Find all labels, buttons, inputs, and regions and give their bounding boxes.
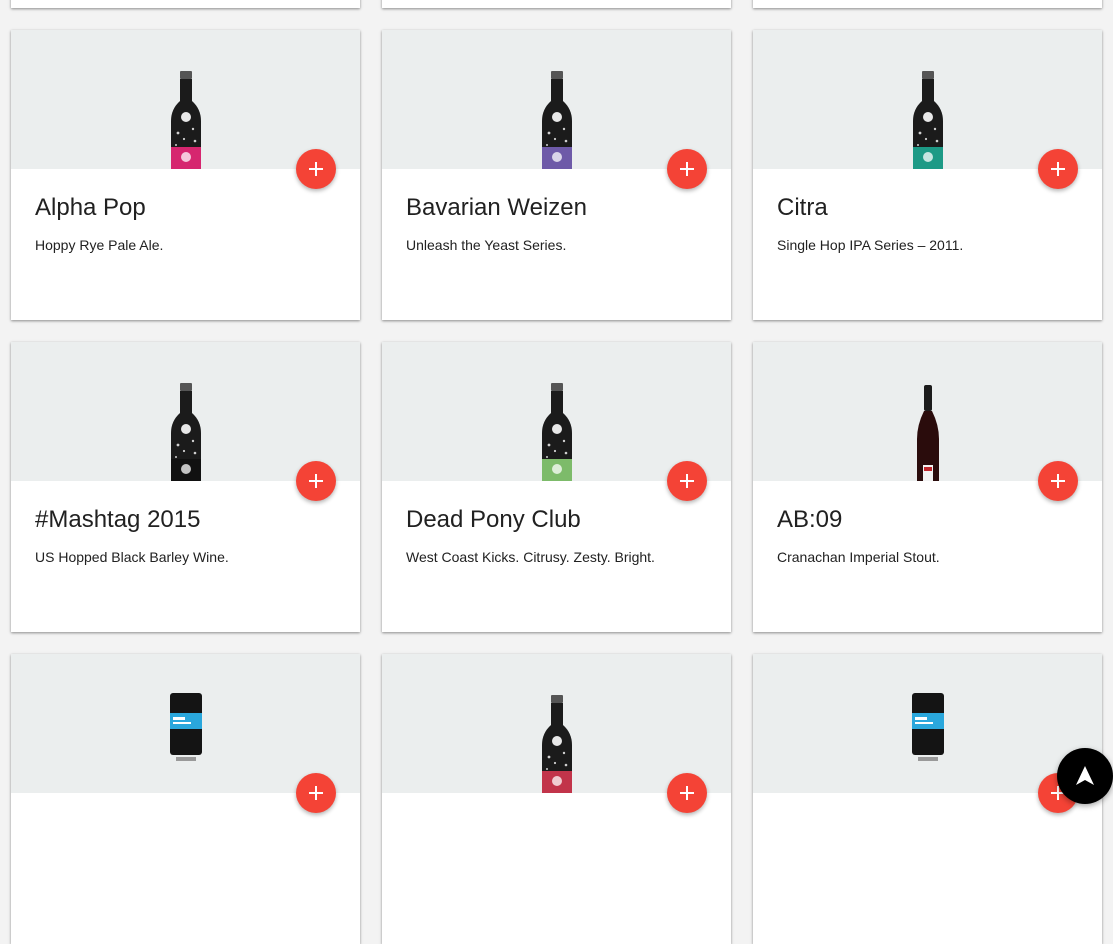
add-to-favorites-button[interactable]: [667, 773, 707, 813]
add-to-favorites-button[interactable]: [296, 773, 336, 813]
beer-card[interactable]: [382, 654, 731, 944]
beer-card-media: [753, 654, 1102, 793]
beer-card[interactable]: [382, 0, 731, 8]
beer-can-image: [911, 693, 944, 761]
beer-name: Citra: [777, 194, 828, 221]
beer-card-media: [753, 30, 1102, 169]
beer-card[interactable]: Alpha Pop Hoppy Rye Pale Ale.: [11, 30, 360, 320]
plus-icon: [309, 786, 323, 800]
beer-card-media: [382, 654, 731, 793]
arrow-up-icon: [1076, 766, 1094, 785]
beer-name: Dead Pony Club: [406, 506, 581, 533]
beer-card-media: [753, 342, 1102, 481]
beer-card[interactable]: Bavarian Weizen Unleash the Yeast Series.: [382, 30, 731, 320]
add-to-favorites-button[interactable]: [1038, 149, 1078, 189]
beer-bottle-image: [912, 71, 943, 169]
beer-card[interactable]: Dead Pony Club West Coast Kicks. Citrusy.…: [382, 342, 731, 632]
plus-icon: [680, 474, 694, 488]
beer-card-media: [11, 342, 360, 481]
beer-bottle-image: [541, 71, 572, 169]
beer-card[interactable]: [11, 0, 360, 8]
beer-card[interactable]: [753, 0, 1102, 8]
beer-name: Alpha Pop: [35, 194, 146, 221]
scroll-to-top-button[interactable]: [1057, 748, 1113, 804]
beer-card-media: [11, 654, 360, 793]
beer-grid: Alpha Pop Hoppy Rye Pale Ale. Bavarian Wei…: [11, 0, 1102, 944]
add-to-favorites-button[interactable]: [296, 149, 336, 189]
beer-card-media: [382, 30, 731, 169]
add-to-favorites-button[interactable]: [667, 461, 707, 501]
plus-icon: [309, 474, 323, 488]
beer-card[interactable]: Citra Single Hop IPA Series – 2011.: [753, 30, 1102, 320]
beer-card-media: [11, 30, 360, 169]
beer-bottle-image: [170, 71, 201, 169]
plus-icon: [309, 162, 323, 176]
beer-name: AB:09: [777, 506, 843, 533]
beer-bottle-image: [170, 383, 201, 481]
beer-tagline: US Hopped Black Barley Wine.: [35, 549, 229, 565]
beer-card[interactable]: AB:09 Cranachan Imperial Stout.: [753, 342, 1102, 632]
beer-tagline: Hoppy Rye Pale Ale.: [35, 237, 164, 253]
beer-tagline: Single Hop IPA Series – 2011.: [777, 237, 964, 253]
beer-name: #Mashtag 2015: [35, 506, 201, 533]
plus-icon: [1051, 474, 1065, 488]
beer-tagline: Unleash the Yeast Series.: [406, 237, 567, 253]
beer-bottle-image: [541, 383, 572, 481]
plus-icon: [680, 786, 694, 800]
beer-card-media: [382, 342, 731, 481]
beer-can-image: [169, 693, 202, 761]
plus-icon: [1051, 162, 1065, 176]
beer-tagline: Cranachan Imperial Stout.: [777, 549, 940, 565]
add-to-favorites-button[interactable]: [296, 461, 336, 501]
beer-bottle-image: [541, 695, 572, 793]
add-to-favorites-button[interactable]: [1038, 461, 1078, 501]
beer-name: Bavarian Weizen: [406, 194, 587, 221]
plus-icon: [680, 162, 694, 176]
beer-tagline: West Coast Kicks. Citrusy. Zesty. Bright…: [406, 549, 655, 565]
beer-card[interactable]: #Mashtag 2015 US Hopped Black Barley Wine…: [11, 342, 360, 632]
beer-bottle-image: [916, 385, 939, 481]
add-to-favorites-button[interactable]: [667, 149, 707, 189]
beer-card[interactable]: [753, 654, 1102, 944]
beer-card[interactable]: [11, 654, 360, 944]
